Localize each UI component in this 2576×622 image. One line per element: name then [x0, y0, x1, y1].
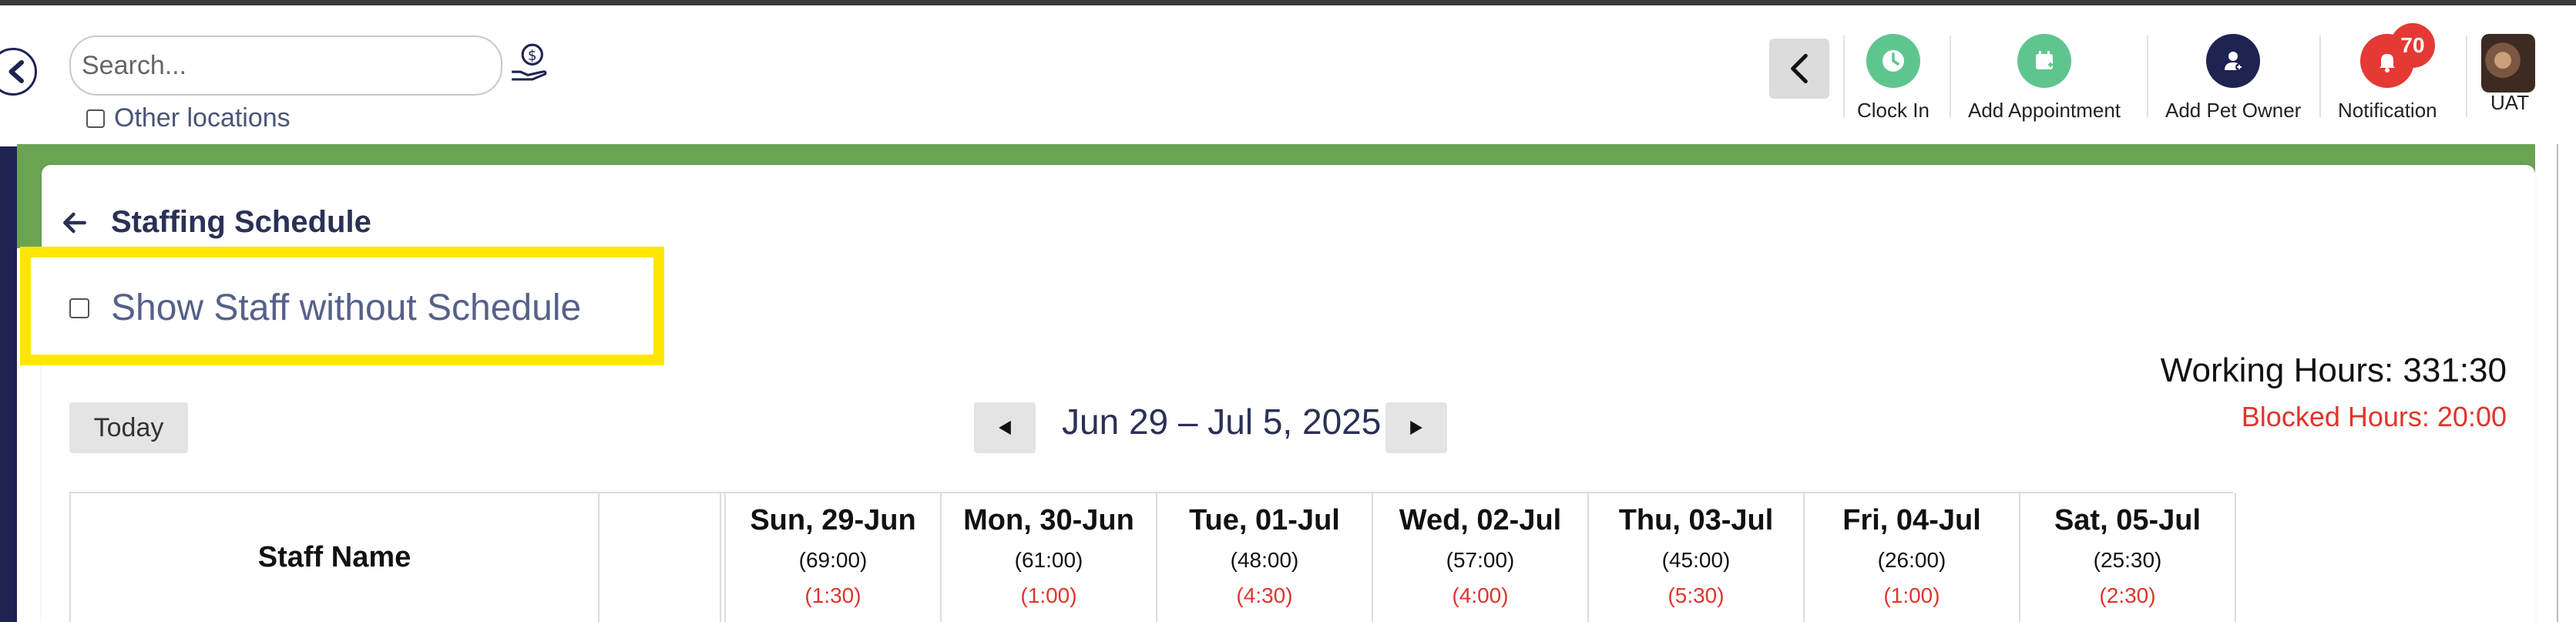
day-blocked-hours: (1:30): [804, 583, 861, 607]
user-label: UAT: [2490, 91, 2530, 114]
working-hours: Working Hours: 331:30: [2160, 351, 2507, 389]
day-name: Mon, 30-Jun: [963, 504, 1134, 536]
day-hours: (26:00): [1877, 548, 1946, 572]
notification-label: Notification: [2338, 99, 2437, 122]
triangle-right-icon: [1410, 420, 1422, 435]
avatar[interactable]: [2481, 34, 2535, 92]
top-strip: [0, 0, 2576, 5]
day-header: Sun, 29-Jun (69:00) (1:30): [726, 493, 942, 622]
header-divider: [1843, 35, 1845, 117]
day-hours: (25:30): [2093, 548, 2162, 572]
user-plus-icon: [2206, 34, 2261, 88]
day-name: Sat, 05-Jul: [2054, 504, 2202, 536]
add-appointment-button[interactable]: Add Appointment: [1968, 34, 2121, 123]
day-blocked-hours: (1:00): [1020, 583, 1077, 607]
day-blocked-hours: (4:00): [1452, 583, 1509, 607]
day-hours: (48:00): [1230, 548, 1299, 572]
page-title: Staffing Schedule: [111, 205, 371, 239]
clock-in-button[interactable]: Clock In: [1857, 34, 1929, 123]
header-divider: [2466, 35, 2467, 117]
other-locations-checkbox[interactable]: [86, 109, 105, 128]
day-header: Wed, 02-Jul (57:00) (4:00): [1373, 493, 1589, 622]
day-name: Sun, 29-Jun: [750, 504, 916, 536]
day-hours: (69:00): [798, 548, 868, 572]
notification-badge: 70: [2390, 23, 2435, 68]
day-header: Mon, 30-Jun (61:00) (1:00): [942, 493, 1157, 622]
date-range-label: Jun 29 – Jul 5, 2025: [1062, 402, 1382, 442]
hand-dollar-icon[interactable]: $: [509, 42, 552, 85]
day-name: Tue, 01-Jul: [1189, 504, 1340, 536]
svg-text:$: $: [528, 48, 537, 64]
day-hours: (61:00): [1014, 548, 1083, 572]
arrow-left-icon[interactable]: [60, 208, 89, 237]
triangle-left-icon: [999, 420, 1011, 435]
right-gutter: [2535, 5, 2576, 622]
search-input[interactable]: [82, 50, 501, 81]
day-header: Tue, 01-Jul (48:00) (4:30): [1157, 493, 1373, 622]
day-blocked-hours: (5:30): [1668, 583, 1725, 607]
sidebar-collapse-button[interactable]: [0, 48, 37, 96]
chevron-left-icon: [8, 60, 24, 83]
left-sidebar-bar: [0, 146, 17, 622]
day-header: Fri, 04-Jul (26:00) (1:00): [1805, 493, 2020, 622]
clock-in-label: Clock In: [1857, 99, 1929, 122]
show-staff-toggle[interactable]: Show Staff without Schedule: [69, 287, 581, 329]
calendar-plus-icon: [2017, 34, 2072, 88]
chevron-left-icon: [1791, 53, 1808, 84]
show-staff-label: Show Staff without Schedule: [111, 287, 582, 328]
day-hours: (57:00): [1446, 548, 1515, 572]
header-divider: [2319, 35, 2321, 117]
clock-icon: [1866, 34, 1920, 88]
app-root: $ Other locations Clock In Add Appointme…: [0, 0, 2576, 622]
add-pet-owner-label: Add Pet Owner: [2165, 99, 2302, 122]
previous-week-button[interactable]: [974, 402, 1036, 453]
day-blocked-hours: (1:00): [1883, 583, 1940, 607]
day-name: Fri, 04-Jul: [1842, 504, 1981, 536]
other-locations-toggle[interactable]: Other locations: [86, 103, 291, 133]
staff-name-header: Staff Name: [71, 493, 599, 622]
header-back-button[interactable]: [1769, 39, 1829, 99]
header-divider: [1950, 35, 1951, 117]
blocked-hours: Blocked Hours: 20:00: [2241, 401, 2507, 432]
day-name: Thu, 03-Jul: [1618, 504, 1774, 536]
next-week-button[interactable]: [1385, 402, 1447, 453]
add-pet-owner-button[interactable]: Add Pet Owner: [2165, 34, 2301, 123]
header-blank-cell: [599, 493, 721, 622]
day-blocked-hours: (4:30): [1236, 583, 1293, 607]
day-header: Sat, 05-Jul (25:30) (2:30): [2020, 493, 2236, 622]
day-name: Wed, 02-Jul: [1399, 504, 1562, 536]
header-divider: [2147, 35, 2148, 117]
day-hours: (45:00): [1661, 548, 1731, 572]
add-appointment-label: Add Appointment: [1968, 99, 2121, 122]
scrollbar-track[interactable]: [2557, 144, 2558, 622]
search-field[interactable]: [69, 35, 502, 96]
day-blocked-hours: (2:30): [2099, 583, 2156, 607]
day-header: Thu, 03-Jul (45:00) (5:30): [1589, 493, 1805, 622]
show-staff-checkbox[interactable]: [69, 298, 89, 318]
other-locations-label: Other locations: [114, 103, 291, 133]
today-button[interactable]: Today: [69, 402, 188, 453]
